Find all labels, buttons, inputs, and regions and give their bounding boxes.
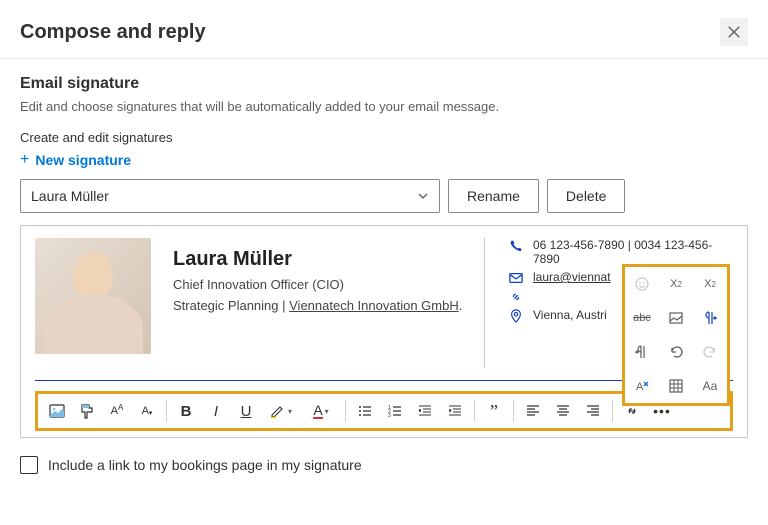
section-subtext: Edit and choose signatures that will be … xyxy=(20,99,748,114)
insert-emoji-button[interactable] xyxy=(625,267,659,301)
underline-button[interactable]: U xyxy=(233,398,259,424)
decrease-font-button[interactable]: A▾ xyxy=(134,398,160,424)
new-signature-label: New signature xyxy=(35,152,131,168)
close-icon xyxy=(727,25,741,39)
signature-name: Laura Müller xyxy=(173,248,462,271)
strikethrough-button[interactable]: abc xyxy=(625,301,659,335)
link-icon xyxy=(509,289,523,304)
rename-button[interactable]: Rename xyxy=(448,179,539,213)
align-right-button[interactable] xyxy=(580,398,606,424)
signature-select-value: Laura Müller xyxy=(31,188,109,204)
rtl-button[interactable] xyxy=(625,335,659,369)
bulleted-list-button[interactable] xyxy=(352,398,378,424)
email-icon xyxy=(509,270,523,285)
ltr-button[interactable] xyxy=(693,301,727,335)
insert-image-button[interactable] xyxy=(44,398,70,424)
increase-indent-button[interactable] xyxy=(442,398,468,424)
insert-table-button[interactable] xyxy=(659,369,693,403)
redo-button[interactable] xyxy=(693,335,727,369)
separator xyxy=(612,400,613,422)
subscript-button[interactable]: X2 xyxy=(693,267,727,301)
section-title: Email signature xyxy=(20,75,748,93)
avatar xyxy=(35,238,151,354)
new-signature-button[interactable]: + New signature xyxy=(20,151,748,169)
signature-org: Strategic Planning | Viennatech Innovati… xyxy=(173,296,462,316)
plus-icon: + xyxy=(20,151,29,169)
signature-select[interactable]: Laura Müller xyxy=(20,179,440,213)
increase-font-button[interactable]: AA xyxy=(104,398,130,424)
include-bookings-label: Include a link to my bookings page in my… xyxy=(48,457,362,473)
phone-icon xyxy=(509,238,523,253)
decrease-indent-button[interactable] xyxy=(412,398,438,424)
numbered-list-button[interactable]: 123 xyxy=(382,398,408,424)
clear-formatting-button[interactable]: A xyxy=(625,369,659,403)
font-color-button[interactable]: A▾ xyxy=(303,398,339,424)
bold-button[interactable]: B xyxy=(173,398,199,424)
separator xyxy=(474,400,475,422)
separator xyxy=(166,400,167,422)
signature-role: Chief Innovation Officer (CIO) xyxy=(173,277,462,292)
create-edit-label: Create and edit signatures xyxy=(20,130,748,145)
separator xyxy=(513,400,514,422)
insert-picture-inline-button[interactable] xyxy=(659,301,693,335)
undo-button[interactable] xyxy=(659,335,693,369)
align-left-button[interactable] xyxy=(520,398,546,424)
delete-button[interactable]: Delete xyxy=(547,179,625,213)
include-bookings-checkbox[interactable] xyxy=(20,456,38,474)
italic-button[interactable]: I xyxy=(203,398,229,424)
svg-text:3: 3 xyxy=(388,413,391,419)
page-title: Compose and reply xyxy=(20,21,206,44)
change-case-button[interactable]: Aa xyxy=(693,369,727,403)
location-icon xyxy=(509,308,523,323)
more-formatting-popup: X2 X2 abc A Aa xyxy=(622,264,730,406)
separator xyxy=(345,400,346,422)
quote-button[interactable]: ” xyxy=(481,398,507,424)
close-button[interactable] xyxy=(720,18,748,46)
contact-phone: 06 123-456-7890 | 0034 123-456-7890 xyxy=(509,238,733,266)
highlight-button[interactable]: ▾ xyxy=(263,398,299,424)
align-center-button[interactable] xyxy=(550,398,576,424)
chevron-down-icon xyxy=(417,190,429,202)
svg-text:A: A xyxy=(636,381,644,393)
superscript-button[interactable]: X2 xyxy=(659,267,693,301)
format-painter-button[interactable] xyxy=(74,398,100,424)
